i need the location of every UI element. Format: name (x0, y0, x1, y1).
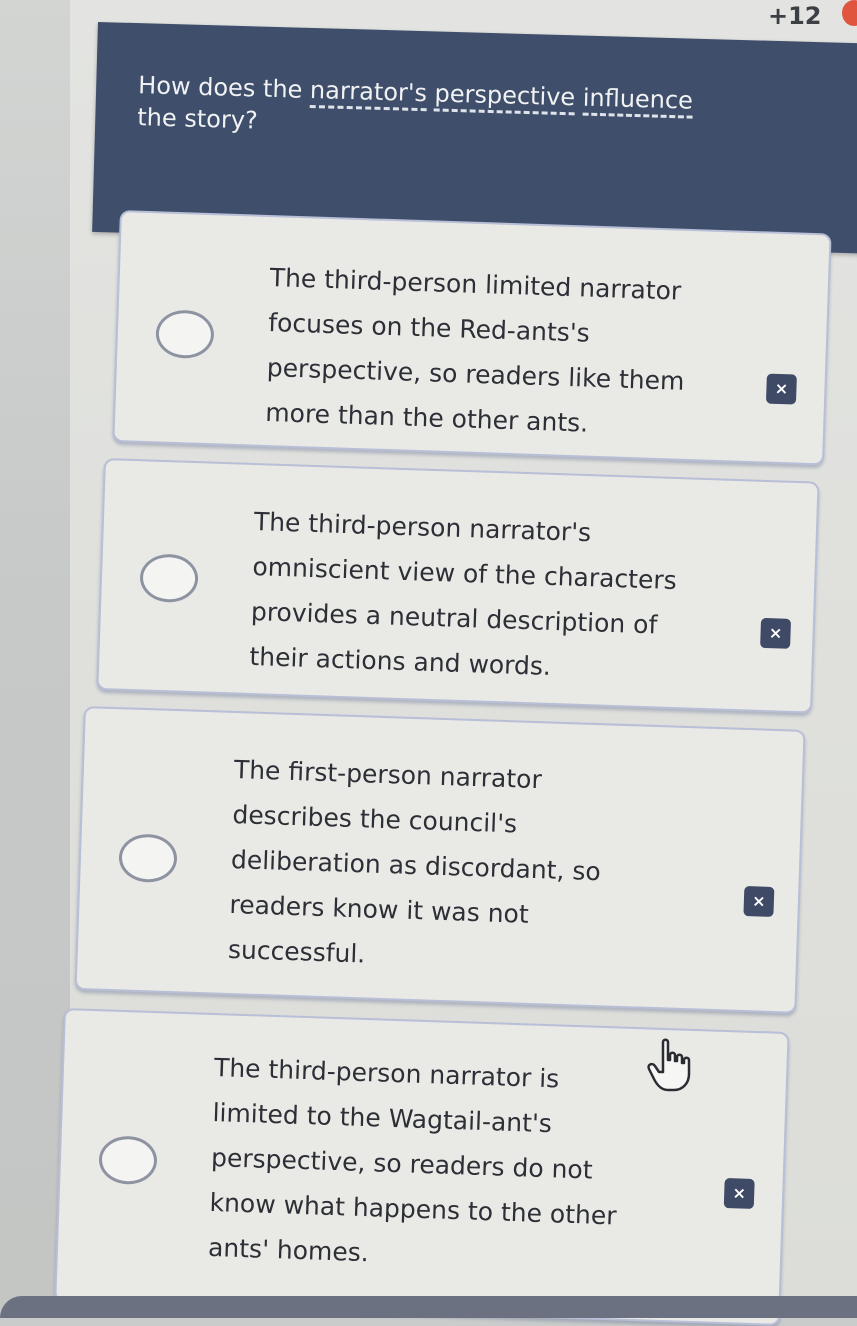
radio-button-b[interactable] (139, 553, 199, 604)
close-icon: × (774, 378, 789, 399)
glossary-term-influence[interactable]: influence (582, 83, 694, 119)
answer-option-b[interactable]: The third-person narrator's omniscient v… (96, 458, 820, 714)
hand-pointer-icon (647, 1038, 691, 1092)
eliminate-option-c-button[interactable]: × (743, 885, 775, 917)
question-text: How does the narrator's perspective infl… (137, 69, 739, 150)
option-b-text: The third-person narrator's omniscient v… (249, 499, 679, 693)
eliminate-option-a-button[interactable]: × (765, 373, 797, 405)
score-label: +12 (768, 2, 822, 30)
answer-option-c[interactable]: The first-person narrator describes the … (74, 706, 806, 1014)
question-part: How does the (137, 71, 311, 104)
score-indicator-icon (842, 0, 857, 26)
question-part: the story? (136, 103, 259, 135)
glossary-term-perspective[interactable]: perspective (434, 79, 576, 116)
close-icon: × (768, 623, 783, 643)
answer-option-a[interactable]: The third-person limited narrator focuse… (112, 210, 832, 466)
eliminate-option-d-button[interactable]: × (723, 1178, 755, 1209)
radio-button-a[interactable] (155, 309, 215, 360)
option-d-text: The third-person narrator is limited to … (207, 1045, 621, 1283)
glossary-term-narrator[interactable]: narrator's (309, 75, 428, 112)
close-icon: × (732, 1183, 747, 1203)
option-a-text: The third-person limited narrator focuse… (265, 255, 688, 449)
radio-button-c[interactable] (118, 833, 178, 884)
option-c-text: The first-person narrator describes the … (227, 747, 604, 984)
bottom-navigation-bar (0, 1296, 857, 1318)
radio-button-d[interactable] (98, 1135, 158, 1186)
eliminate-option-b-button[interactable]: × (760, 617, 792, 649)
close-icon: × (751, 891, 766, 911)
